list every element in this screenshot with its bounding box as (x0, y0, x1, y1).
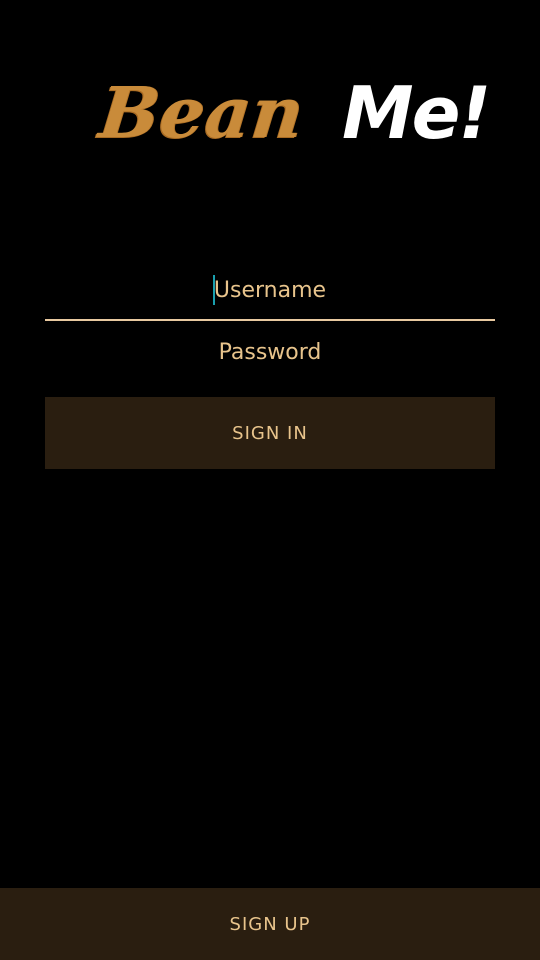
sign-up-button[interactable]: SIGN UP (0, 888, 540, 960)
logo-text-me: Me! (342, 71, 491, 155)
app-logo: Bean Me! (96, 68, 492, 158)
sign-in-button[interactable]: SIGN IN (45, 397, 495, 469)
username-input[interactable] (45, 261, 495, 321)
login-screen: Bean Me! SIGN IN SIGN UP (0, 0, 540, 960)
password-input[interactable] (45, 322, 495, 382)
logo-text-bean: Bean (95, 71, 309, 154)
text-cursor (213, 275, 215, 305)
